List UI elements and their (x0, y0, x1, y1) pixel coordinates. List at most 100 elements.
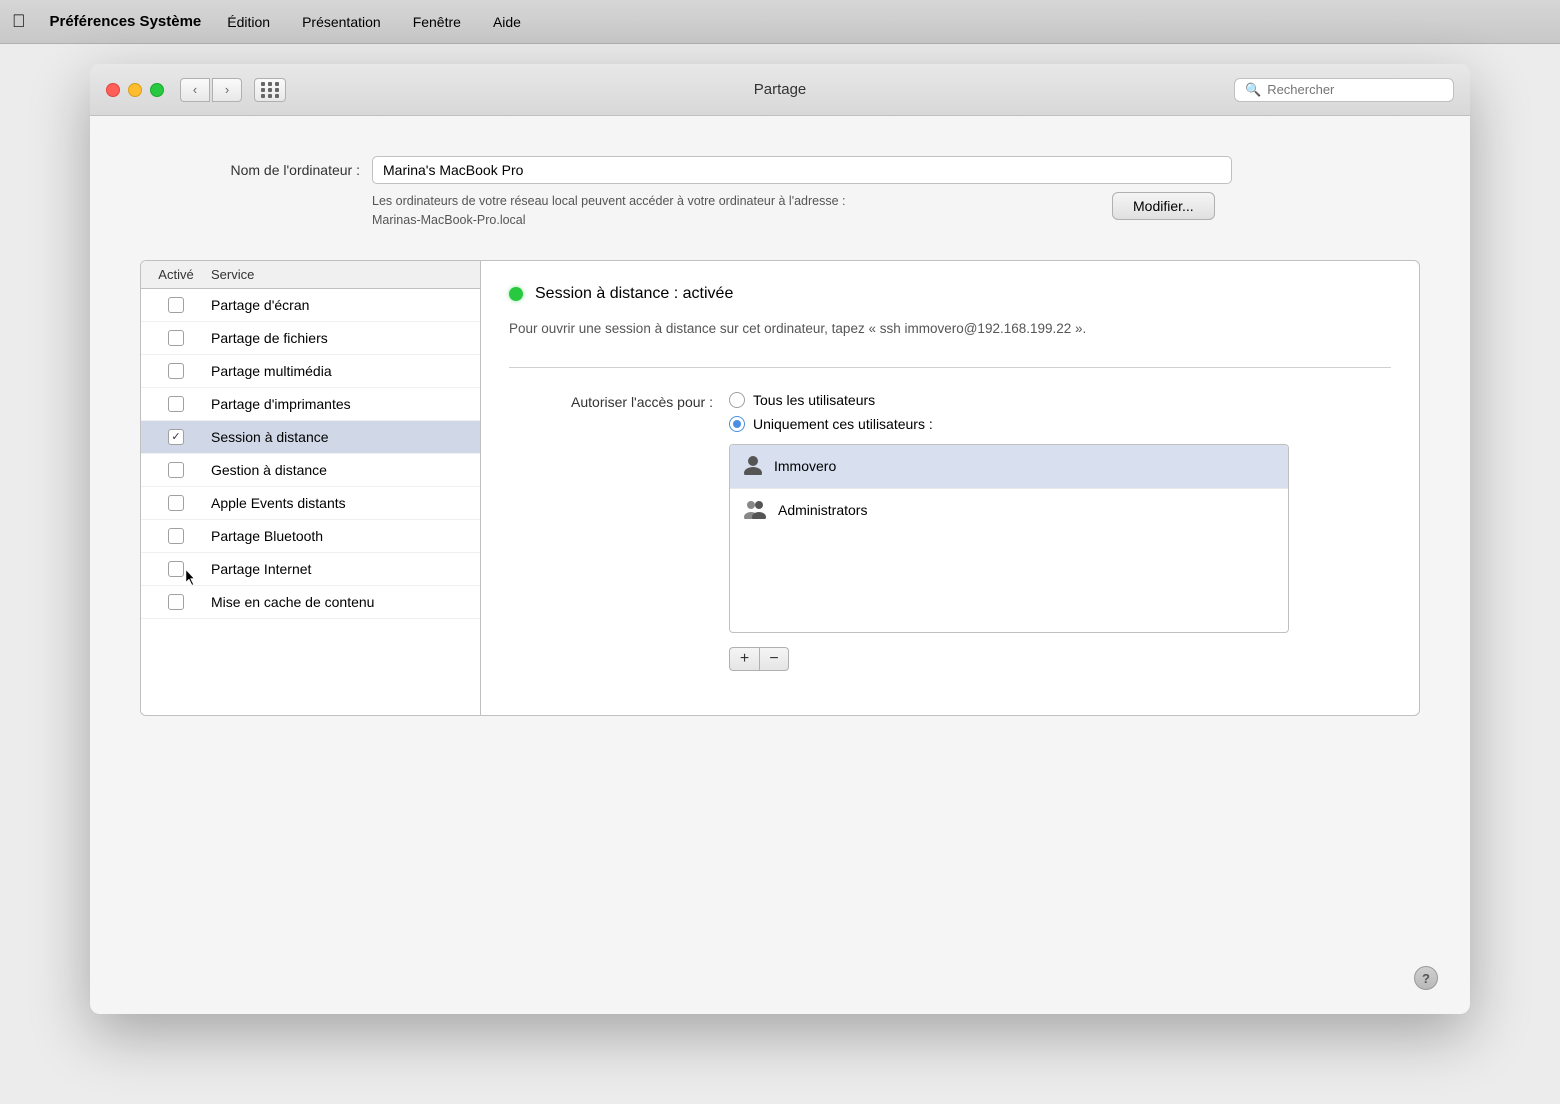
back-button[interactable]: ‹ (180, 78, 210, 102)
maximize-button[interactable] (150, 83, 164, 97)
traffic-lights (106, 83, 164, 97)
computer-name-row: Nom de l'ordinateur : (140, 156, 1420, 184)
session-status-row: Session à distance : activée (509, 285, 1391, 303)
service-row-partage-internet[interactable]: Partage Internet (141, 553, 480, 586)
checkbox-mise-en-cache[interactable] (168, 594, 184, 610)
user-name-administrators: Administrators (778, 502, 867, 518)
checkbox-partage-multimedia[interactable] (168, 363, 184, 379)
radio-tous-label: Tous les utilisateurs (753, 392, 875, 408)
checkbox-cell-partage-multimedia (141, 363, 211, 379)
service-name-gestion-distance: Gestion à distance (211, 462, 327, 478)
users-list: Immovero Administrators (729, 444, 1289, 633)
service-row-session-distance[interactable]: ✓ Session à distance (141, 421, 480, 454)
menu-aide[interactable]: Aide (487, 12, 527, 32)
help-button[interactable]: ? (1414, 966, 1438, 990)
grid-view-button[interactable] (254, 78, 286, 102)
window-title: Partage (754, 81, 807, 98)
service-name-partage-bluetooth: Partage Bluetooth (211, 528, 323, 544)
user-icon-container-immovero (742, 453, 764, 480)
search-icon: 🔍 (1245, 82, 1261, 98)
user-row-administrators[interactable]: Administrators (730, 489, 1288, 532)
apple-menu-icon[interactable]:  (12, 11, 26, 32)
detail-panel: Session à distance : activée Pour ouvrir… (481, 261, 1419, 715)
user-rows-container: Immovero Administrators (730, 445, 1288, 532)
add-remove-row: + − (729, 647, 1289, 671)
service-name-apple-events: Apple Events distants (211, 495, 346, 511)
menu-fenetre[interactable]: Fenêtre (407, 12, 467, 32)
service-name-session-distance: Session à distance (211, 429, 329, 445)
radio-uniquement[interactable] (729, 416, 745, 432)
main-panel: Activé Service Partage d'écran Partage d… (140, 260, 1420, 716)
computer-name-input[interactable] (372, 156, 1232, 184)
close-button[interactable] (106, 83, 120, 97)
users-empty-space (730, 532, 1288, 632)
user-icon-immovero (742, 453, 764, 475)
service-list-header: Activé Service (141, 261, 480, 289)
menu-presentation[interactable]: Présentation (296, 12, 387, 32)
checkbox-session-distance[interactable]: ✓ (168, 429, 184, 445)
service-row-mise-en-cache[interactable]: Mise en cache de contenu (141, 586, 480, 619)
user-icon-container-administrators (742, 497, 768, 524)
checkbox-partage-bluetooth[interactable] (168, 528, 184, 544)
preferences-window: ‹ › Partage 🔍 Nom de l'ordinateur : Le (90, 64, 1470, 1014)
checkbox-cell-partage-internet (141, 561, 211, 577)
grid-icon (261, 82, 280, 98)
service-name-partage-internet: Partage Internet (211, 561, 311, 577)
service-row-partage-multimedia[interactable]: Partage multimédia (141, 355, 480, 388)
service-row-apple-events[interactable]: Apple Events distants (141, 487, 480, 520)
service-row-gestion-distance[interactable]: Gestion à distance (141, 454, 480, 487)
checkbox-cell-partage-bluetooth (141, 528, 211, 544)
menubar:  Préférences Système Édition Présentati… (0, 0, 1560, 44)
session-description: Pour ouvrir une session à distance sur c… (509, 319, 1391, 339)
checkbox-gestion-distance[interactable] (168, 462, 184, 478)
checkbox-apple-events[interactable] (168, 495, 184, 511)
service-name-partage-fichiers: Partage de fichiers (211, 330, 328, 346)
checkbox-partage-internet[interactable] (168, 561, 184, 577)
computer-name-label: Nom de l'ordinateur : (140, 162, 360, 178)
radio-inner (733, 420, 741, 428)
access-label: Autoriser l'accès pour : (509, 392, 729, 410)
radio-tous[interactable] (729, 392, 745, 408)
service-row-partage-fichiers[interactable]: Partage de fichiers (141, 322, 480, 355)
col-service-header: Service (211, 267, 254, 282)
search-box[interactable]: 🔍 (1234, 78, 1454, 102)
search-input[interactable] (1267, 82, 1427, 97)
access-options: Tous les utilisateurs Uniquement ces uti… (729, 392, 1289, 671)
minimize-button[interactable] (128, 83, 142, 97)
checkbox-partage-ecran[interactable] (168, 297, 184, 313)
status-dot-green (509, 287, 523, 301)
forward-button[interactable]: › (212, 78, 242, 102)
service-row-partage-bluetooth[interactable]: Partage Bluetooth (141, 520, 480, 553)
radio-uniquement-row: Uniquement ces utilisateurs : (729, 416, 1289, 432)
titlebar: ‹ › Partage 🔍 (90, 64, 1470, 116)
checkbox-cell-apple-events (141, 495, 211, 511)
service-rows-container: Partage d'écran Partage de fichiers Part… (141, 289, 480, 619)
content-area: Nom de l'ordinateur : Les ordinateurs de… (90, 116, 1470, 746)
remove-user-button[interactable]: − (759, 647, 789, 671)
service-row-partage-imprimantes[interactable]: Partage d'imprimantes (141, 388, 480, 421)
user-icon-administrators (742, 497, 768, 519)
modify-button[interactable]: Modifier... (1112, 192, 1215, 220)
session-title: Session à distance : activée (535, 285, 733, 303)
checkbox-partage-fichiers[interactable] (168, 330, 184, 346)
service-list: Activé Service Partage d'écran Partage d… (141, 261, 481, 715)
address-text: Les ordinateurs de votre réseau local pe… (372, 192, 1092, 230)
checkbox-cell-partage-imprimantes (141, 396, 211, 412)
radio-uniquement-label: Uniquement ces utilisateurs : (753, 416, 933, 432)
service-name-mise-en-cache: Mise en cache de contenu (211, 594, 374, 610)
checkbox-cell-partage-ecran (141, 297, 211, 313)
service-row-partage-ecran[interactable]: Partage d'écran (141, 289, 480, 322)
app-name[interactable]: Préférences Système (50, 13, 202, 30)
add-user-button[interactable]: + (729, 647, 759, 671)
nav-buttons: ‹ › (180, 78, 242, 102)
col-active-header: Activé (141, 267, 211, 282)
service-name-partage-ecran: Partage d'écran (211, 297, 309, 313)
checkbox-partage-imprimantes[interactable] (168, 396, 184, 412)
access-row: Autoriser l'accès pour : Tous les utilis… (509, 392, 1391, 671)
service-name-partage-multimedia: Partage multimédia (211, 363, 332, 379)
checkbox-cell-mise-en-cache (141, 594, 211, 610)
address-row: Les ordinateurs de votre réseau local pe… (140, 192, 1420, 230)
menu-edition[interactable]: Édition (221, 12, 276, 32)
checkbox-cell-gestion-distance (141, 462, 211, 478)
user-row-immovero[interactable]: Immovero (730, 445, 1288, 489)
